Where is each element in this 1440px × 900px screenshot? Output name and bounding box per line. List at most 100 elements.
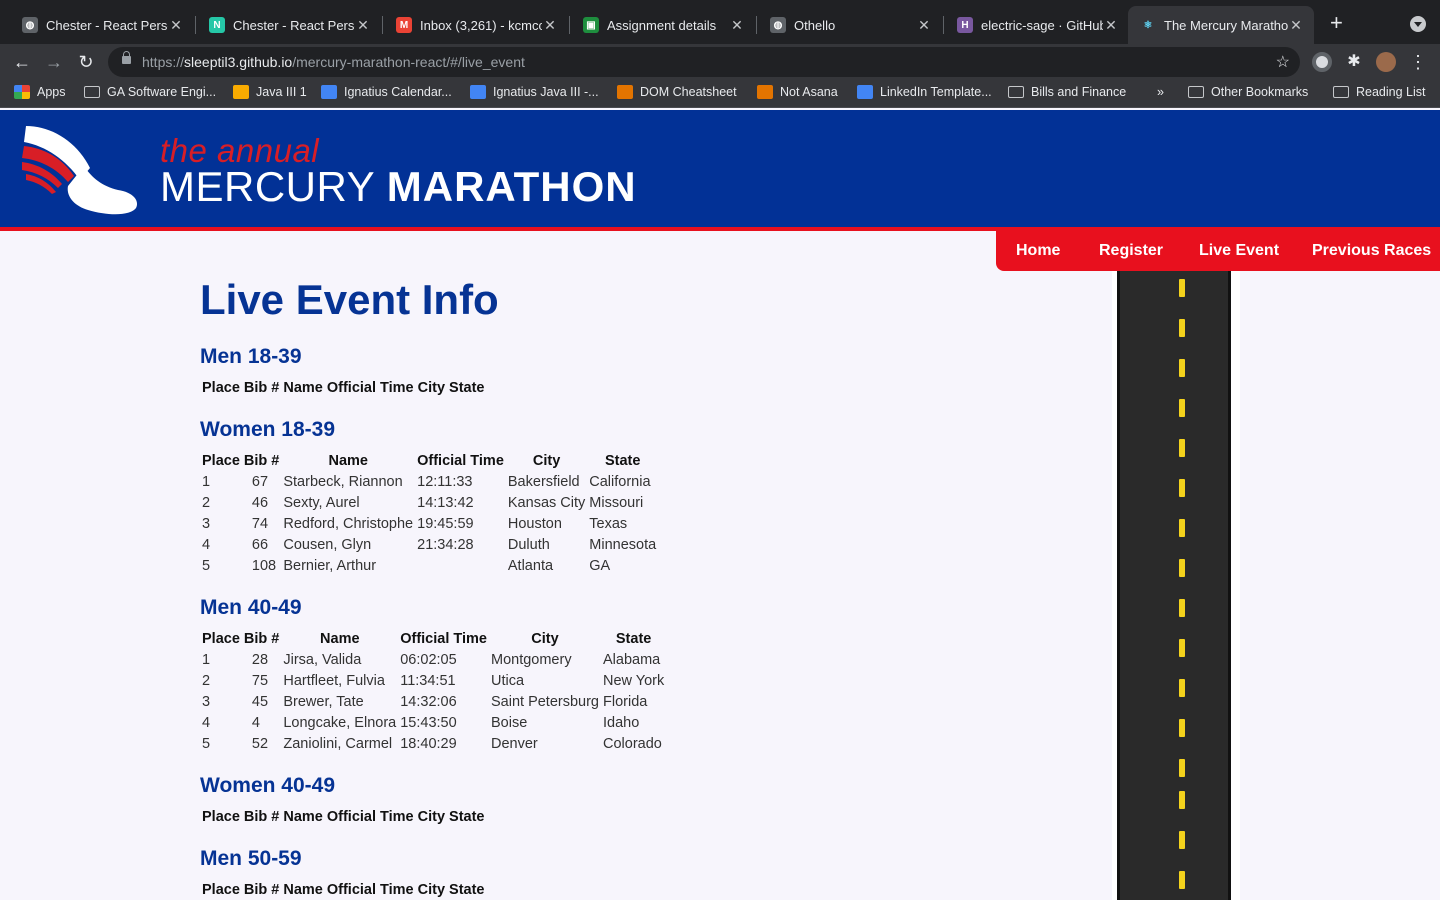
column-header: City	[531, 630, 559, 647]
column-header: Official Time	[326, 881, 414, 898]
extension-icon[interactable]	[1312, 52, 1332, 72]
browser-tab[interactable]: N Chester - React Perso ✕	[197, 6, 381, 44]
extensions-puzzle-icon[interactable]: ✱	[1344, 52, 1364, 72]
column-header: State	[449, 808, 485, 825]
table-cell: Idaho	[603, 714, 640, 731]
bookmark-item[interactable]: DOM Cheatsheet	[617, 85, 737, 99]
bookmark-label: Apps	[37, 85, 66, 99]
tab-title: Inbox (3,261) - kcmcc	[420, 17, 542, 33]
column-header: State	[615, 630, 652, 647]
other-bookmarks-folder[interactable]: Other Bookmarks	[1188, 85, 1308, 99]
division-title: Women 18-39	[200, 418, 335, 441]
column-header: City	[417, 808, 446, 825]
road-lane-dash	[1179, 759, 1185, 777]
reading-list-label: Reading List	[1356, 85, 1426, 99]
back-icon[interactable]: ←	[10, 50, 34, 74]
results-table: Place Bib # Name Official Time City State	[200, 806, 487, 827]
browser-tab[interactable]: M Inbox (3,261) - kcmcc ✕	[384, 6, 568, 44]
reload-icon[interactable]: ↻	[74, 50, 98, 74]
heroku-icon: H	[957, 17, 973, 33]
bookmark-star-icon[interactable]: ☆	[1276, 52, 1290, 72]
column-header: Place	[202, 379, 240, 396]
browser-tab[interactable]: ⚛ The Mercury Maratho ✕	[1128, 6, 1314, 44]
nav-previous-races[interactable]: Previous Races	[1312, 242, 1431, 260]
new-tab-button[interactable]: +	[1330, 12, 1343, 34]
table-cell: 46	[251, 494, 269, 511]
url-host: sleeptil3.github.io	[184, 54, 293, 70]
nav-home[interactable]: Home	[1016, 242, 1060, 260]
column-header: State	[449, 379, 485, 396]
table-cell: 12:11:33	[417, 473, 473, 490]
lock-icon[interactable]	[122, 51, 131, 64]
profile-avatar[interactable]	[1376, 52, 1396, 72]
classroom-icon	[233, 85, 249, 99]
reading-list-button[interactable]: Reading List	[1333, 85, 1426, 99]
road-lane-dash	[1179, 279, 1185, 297]
table-cell: Zaniolini, Carmel	[283, 735, 393, 752]
table-cell: Atlanta	[507, 557, 554, 574]
browser-menu-icon[interactable]: ⋮	[1406, 50, 1430, 74]
tab-title: Othello	[794, 17, 836, 33]
close-tab-icon[interactable]: ✕	[729, 17, 745, 34]
table-cell: 52	[251, 735, 269, 752]
address-bar[interactable]: https://sleeptil3.github.io/mercury-mara…	[108, 47, 1300, 77]
road-lane-dash	[1179, 791, 1185, 809]
column-header: Place	[202, 808, 240, 825]
bookmark-site-icon	[617, 85, 633, 99]
folder-icon	[1008, 86, 1024, 98]
close-tab-icon[interactable]: ✕	[355, 17, 371, 34]
tab-separator	[195, 16, 196, 34]
bookmark-item[interactable]: Java III 1	[233, 85, 307, 99]
tab-search-icon[interactable]	[1410, 16, 1426, 32]
table-cell: Minnesota	[589, 536, 657, 553]
browser-toolbar: ← → ↻ https://sleeptil3.github.io/mercur…	[0, 44, 1440, 80]
column-header: Bib #	[243, 379, 280, 396]
table-row: 3 45 Brewer, Tate 14:32:06 Saint Petersburg F…	[200, 691, 666, 712]
bookmark-item[interactable]: Ignatius Java III -...	[470, 85, 599, 99]
close-tab-icon[interactable]: ✕	[1288, 17, 1304, 34]
close-tab-icon[interactable]: ✕	[916, 17, 932, 34]
bookmark-item[interactable]: Ignatius Calendar...	[321, 85, 452, 99]
bookmark-label: Ignatius Java III -...	[493, 85, 599, 99]
table-cell: 4	[202, 714, 211, 731]
column-header: Name	[320, 630, 360, 647]
table-header-row: Place Bib # Name Official Time City State	[200, 450, 658, 471]
browser-tab[interactable]: Helectric-sage · GitHub ✕	[945, 6, 1129, 44]
table-row: 2 46 Sexty, Aurel 14:13:42 Kansas City Missou…	[200, 492, 658, 513]
bookmarks-overflow-button[interactable]: »	[1157, 85, 1164, 99]
forward-icon[interactable]: →	[42, 50, 66, 74]
site-title[interactable]: MERCURY MARATHON	[160, 163, 637, 211]
bookmark-item[interactable]: Bills and Finance	[1008, 85, 1126, 99]
bookmark-item[interactable]: Apps	[14, 85, 66, 99]
bookmark-item[interactable]: Not Asana	[757, 85, 838, 99]
table-header-row: Place Bib # Name Official Time City State	[200, 879, 487, 900]
table-cell: 66	[251, 536, 269, 553]
table-cell: 3	[202, 693, 211, 710]
docs-icon	[857, 85, 873, 99]
bookmark-label: Not Asana	[780, 85, 838, 99]
column-header: City	[417, 379, 446, 396]
close-tab-icon[interactable]: ✕	[1103, 17, 1119, 34]
column-header: Name	[328, 452, 368, 469]
table-cell: Houston	[507, 515, 562, 532]
table-cell: 14:32:06	[400, 693, 457, 710]
table-cell: 5	[202, 557, 211, 574]
url-text[interactable]: https://sleeptil3.github.io/mercury-mara…	[142, 54, 525, 70]
browser-tab[interactable]: ◍ Othello ✕	[758, 6, 942, 44]
column-header: Place	[202, 881, 240, 898]
close-tab-icon[interactable]: ✕	[168, 17, 184, 34]
nav-live-event[interactable]: Live Event	[1199, 242, 1279, 260]
bookmark-item[interactable]: GA Software Engi...	[84, 85, 216, 99]
bookmark-item[interactable]: LinkedIn Template...	[857, 85, 992, 99]
folder-icon	[1188, 86, 1204, 98]
table-row: 4 66 Cousen, Glyn 21:34:28 Duluth Minnesota	[200, 534, 658, 555]
table-cell: 1	[202, 473, 211, 490]
column-header: Official Time	[400, 630, 487, 647]
browser-tab[interactable]: ▣ Assignment details ✕	[571, 6, 755, 44]
road-lane-dash	[1179, 719, 1185, 737]
table-row: 3 74 Redford, Christophe 19:45:59 Houston Tex…	[200, 513, 658, 534]
close-tab-icon[interactable]: ✕	[542, 17, 558, 34]
nav-register[interactable]: Register	[1099, 242, 1163, 260]
winged-foot-logo[interactable]	[22, 120, 140, 216]
browser-tab[interactable]: ◍ Chester - React Perso ✕	[10, 6, 194, 44]
